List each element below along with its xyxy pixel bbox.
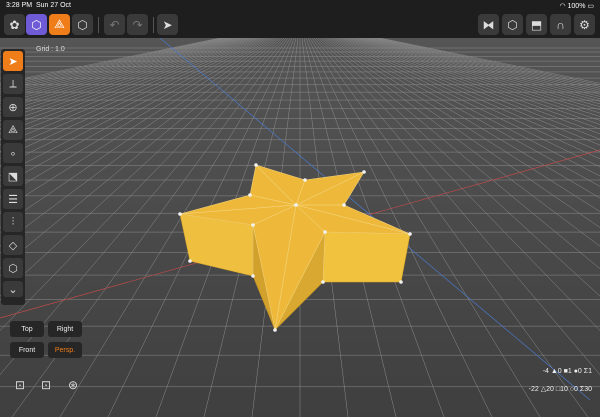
mesh-side-face[interactable] xyxy=(322,231,411,283)
vertex[interactable] xyxy=(303,178,307,182)
scene-objects-icon[interactable]: ✿ xyxy=(4,14,25,35)
vertex[interactable] xyxy=(294,203,298,207)
tool-sidebar: ➤ ⟂ ⊕ ⟁ ∘ ⬔ ☰ ⫶ ◇ ⬡ ⌄ xyxy=(1,49,25,305)
mesh-stats: -22 △20 □10 ○0 Σ30 xyxy=(528,386,592,393)
vertex-mode-icon[interactable]: ⟁ xyxy=(49,14,70,35)
export-icon[interactable]: ⬒ xyxy=(526,14,547,35)
view-right-button[interactable]: Right xyxy=(48,321,82,337)
grid-size-label: Grid : 1.0 xyxy=(36,46,65,53)
status-bar: 3:28 PM Sun 27 Oct ◠ 100% ▭ xyxy=(0,0,600,12)
vertex[interactable] xyxy=(254,163,258,167)
vertex[interactable] xyxy=(408,232,412,236)
vertex[interactable] xyxy=(251,274,255,278)
vertex[interactable] xyxy=(251,223,255,227)
edit-face-icon[interactable]: ⬔ xyxy=(3,166,23,186)
bevel-icon[interactable]: ◇ xyxy=(3,235,23,255)
camera-reset-icon[interactable]: ⊛ xyxy=(65,377,81,393)
vertex[interactable] xyxy=(321,280,325,284)
split-icon[interactable]: ⫶ xyxy=(3,212,23,232)
box-view-icon[interactable]: ⬡ xyxy=(502,14,523,35)
3d-viewport[interactable] xyxy=(0,38,600,417)
more-icon[interactable]: ⌄ xyxy=(3,281,23,297)
mirror-icon[interactable]: ⧓ xyxy=(478,14,499,35)
undo-icon[interactable]: ↶ xyxy=(104,14,125,35)
rotate-icon[interactable]: ⊕ xyxy=(3,97,23,117)
vertex[interactable] xyxy=(178,212,182,216)
camera-focus-icon[interactable]: ⊡ xyxy=(12,377,28,393)
cube-add-icon[interactable]: ⬡ xyxy=(3,258,23,278)
vertex[interactable] xyxy=(248,193,252,197)
move-icon[interactable]: ⟂ xyxy=(3,74,23,94)
toolbar-divider xyxy=(98,17,99,33)
view-top-button[interactable]: Top xyxy=(10,321,44,337)
vertex[interactable] xyxy=(273,328,277,332)
select-icon[interactable]: ➤ xyxy=(3,51,23,71)
view-front-button[interactable]: Front xyxy=(10,342,44,358)
wifi-icon: ◠ xyxy=(559,3,566,10)
magnet-icon[interactable]: ∩ xyxy=(550,14,571,35)
toolbar-divider xyxy=(153,17,154,33)
status-time-date: 3:28 PM Sun 27 Oct xyxy=(6,2,71,9)
top-toolbar: ✿ ⬡ ⟁ ⬡ ↶ ↷ ➤ ⧓ ⬡ ⬒ ∩ ⚙ xyxy=(0,12,600,38)
view-perspective-button[interactable]: Persp. xyxy=(48,342,82,358)
settings-icon[interactable]: ⚙ xyxy=(574,14,595,35)
scale-icon[interactable]: ⟁ xyxy=(3,120,23,140)
pointer-icon[interactable]: ➤ xyxy=(157,14,178,35)
status-battery: ◠ 100% ▭ xyxy=(559,3,594,10)
selection-stats: -4 ▲0 ■1 ●0 Σ1 xyxy=(542,368,592,375)
redo-icon[interactable]: ↷ xyxy=(127,14,148,35)
camera-frame-icon[interactable]: ⊡ xyxy=(38,377,54,393)
vertex[interactable] xyxy=(362,170,366,174)
vertex[interactable] xyxy=(399,280,403,284)
align-icon[interactable]: ☰ xyxy=(3,189,23,209)
cube-mode-icon[interactable]: ⬡ xyxy=(26,14,47,35)
extrude-icon[interactable]: ∘ xyxy=(3,143,23,163)
battery-icon: ▭ xyxy=(587,3,594,10)
vertex[interactable] xyxy=(342,203,346,207)
vertex[interactable] xyxy=(323,230,327,234)
vertex[interactable] xyxy=(188,259,192,263)
object-mode-icon[interactable]: ⬡ xyxy=(72,14,93,35)
